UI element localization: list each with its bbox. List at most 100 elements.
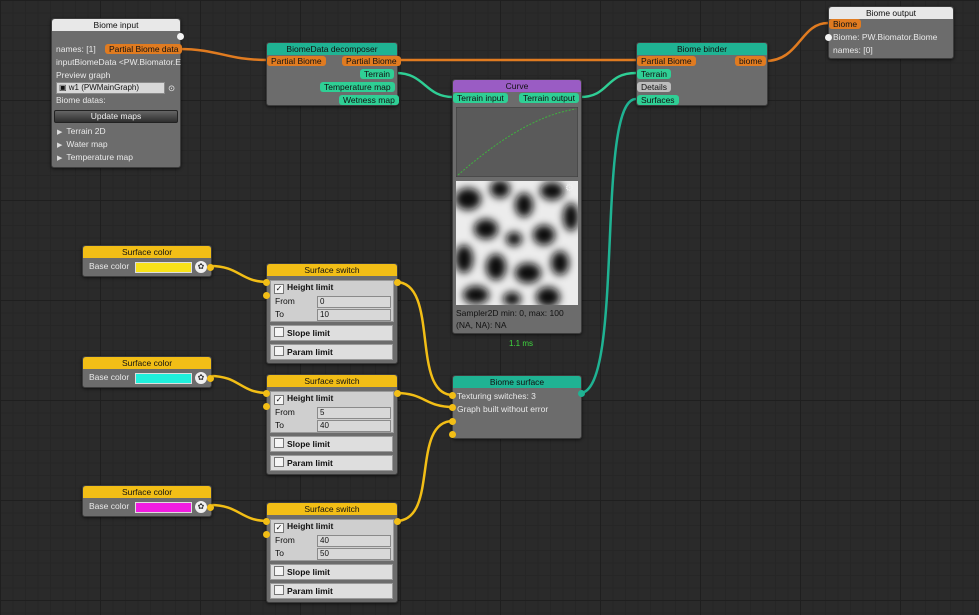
surface-switch-input-port[interactable] [263, 390, 270, 397]
surface-switch-output-port[interactable] [394, 390, 401, 397]
curve-input-terrain[interactable]: Terrain input [453, 93, 508, 103]
curve-output-terrain[interactable]: Terrain output [519, 93, 579, 103]
from-label: From [275, 535, 295, 545]
graph-picker-icon[interactable]: ⊙ [168, 83, 175, 94]
biome-input-names: names: [1] [56, 44, 96, 54]
expand-arrow-icon: ▶ [57, 142, 63, 149]
color-swatch[interactable] [135, 262, 192, 273]
decomposer-output-wetness-map[interactable]: Wetness map [339, 95, 399, 105]
checkbox-icon [274, 327, 284, 337]
param-limit-checkbox[interactable]: Param limit [270, 455, 393, 471]
biome-binder-node[interactable]: Biome binder Partial Biome biome Terrain… [636, 42, 768, 106]
decomposer-output-temperature-map[interactable]: Temperature map [320, 82, 395, 92]
binder-input-partial-biome[interactable]: Partial Biome [637, 56, 696, 66]
biome-surface-output-port[interactable] [578, 390, 585, 397]
wire-switch2-to-surface [395, 391, 454, 409]
biome-surface-input-port-4[interactable] [449, 431, 456, 438]
curve-node[interactable]: Curve Terrain input Terrain output ⚙ Sam… [452, 79, 582, 334]
surface-switch-output-port[interactable] [394, 518, 401, 525]
to-input[interactable]: 40 [317, 420, 391, 432]
surface-switch-input-port-2[interactable] [263, 292, 270, 299]
preview-graph-label: Preview graph [56, 70, 111, 80]
surface-color-node-3[interactable]: Surface color Base color ✿ [82, 485, 214, 517]
tree-item-water-map[interactable]: ▶ Water map [57, 139, 108, 149]
biome-surface-input-port-1[interactable] [449, 392, 456, 399]
expand-arrow-icon: ▶ [57, 129, 63, 136]
biome-input-extra-port[interactable] [177, 33, 184, 40]
checkmark-icon: ✓ [274, 523, 284, 533]
binder-input-surfaces[interactable]: Surfaces [637, 95, 679, 105]
height-limit-panel: ✓ Height limit From 40 To 50 [270, 519, 394, 561]
surface-switch-input-port[interactable] [263, 279, 270, 286]
surface-color-node-1[interactable]: Surface color Base color ✿ [82, 245, 214, 277]
biome-surface-input-port-3[interactable] [449, 418, 456, 425]
param-limit-checkbox[interactable]: Param limit [270, 583, 393, 599]
biome-output-node[interactable]: Biome output Biome Biome: PW.Biomator.Bi… [825, 6, 954, 59]
color-picker-icon[interactable]: ✿ [195, 501, 207, 513]
biome-output-extra-port[interactable] [825, 34, 832, 41]
biome-surface-input-port-2[interactable] [449, 404, 456, 411]
tree-item-temperature-map[interactable]: ▶ Temperature map [57, 152, 133, 162]
from-label: From [275, 407, 295, 417]
from-input[interactable]: 40 [317, 535, 391, 547]
biome-data-decomposer-node[interactable]: BiomeData decomposer Partial Biome Parti… [266, 42, 401, 106]
preview-graph-field[interactable]: ▣ w1 (PWMainGraph) [56, 82, 165, 94]
height-limit-panel: ✓ Height limit From 5 To 40 [270, 391, 394, 433]
input-biome-data-label: inputBiomeData <PW.Biomator.E [56, 57, 181, 67]
surface-switch-node-1[interactable]: Surface switch ✓ Height limit From 0 To 1… [263, 263, 401, 364]
base-color-label: Base color [89, 501, 130, 511]
curve-timing: 1.1 ms [509, 339, 534, 348]
biome-output-title: Biome output [829, 7, 953, 19]
to-input[interactable]: 50 [317, 548, 391, 560]
surface-color-node-2[interactable]: Surface color Base color ✿ [82, 356, 214, 388]
decomposer-output-partial-biome[interactable]: Partial Biome [342, 56, 401, 66]
from-label: From [275, 296, 295, 306]
biome-output-input-port[interactable]: Biome [829, 19, 862, 29]
decomposer-input-partial-biome[interactable]: Partial Biome [267, 56, 326, 66]
gear-icon[interactable]: ⚙ [565, 183, 574, 194]
height-limit-checkbox[interactable]: ✓ Height limit [271, 521, 333, 533]
binder-output-biome[interactable]: biome [735, 56, 767, 66]
color-picker-icon[interactable]: ✿ [195, 261, 207, 273]
curve-editor[interactable] [456, 107, 578, 177]
surface-switch-node-2[interactable]: Surface switch ✓ Height limit From 5 To 4… [263, 374, 401, 475]
slope-limit-checkbox[interactable]: Slope limit [270, 325, 393, 341]
color-picker-icon[interactable]: ✿ [195, 372, 207, 384]
from-input[interactable]: 0 [317, 296, 391, 308]
binder-input-details[interactable]: Details [637, 82, 671, 92]
biome-input-node[interactable]: Biome input names: [1] Partial Biome dat… [51, 18, 184, 168]
biome-output-biome-text: Biome: PW.Biomator.Biome [833, 32, 938, 42]
update-maps-button[interactable]: Update maps [54, 110, 178, 123]
surface-switch-input-port-2[interactable] [263, 531, 270, 538]
surface-switch-output-port[interactable] [394, 279, 401, 286]
wire-color1-to-switch1 [209, 264, 269, 284]
biome-output-names: names: [0] [833, 45, 873, 55]
color-swatch[interactable] [135, 502, 192, 513]
sampler-na: (NA, NA): NA [456, 320, 507, 330]
checkbox-icon [274, 566, 284, 576]
base-color-label: Base color [89, 372, 130, 382]
height-limit-checkbox[interactable]: ✓ Height limit [271, 282, 333, 294]
surface-switch-input-port[interactable] [263, 518, 270, 525]
slope-limit-checkbox[interactable]: Slope limit [270, 436, 393, 452]
surface-color-output-port[interactable] [207, 504, 214, 511]
surface-switch-input-port-2[interactable] [263, 403, 270, 410]
color-swatch[interactable] [135, 373, 192, 384]
to-input[interactable]: 10 [317, 309, 391, 321]
param-limit-checkbox[interactable]: Param limit [270, 344, 393, 360]
biome-surface-title: Biome surface [453, 376, 581, 388]
sampler-info: Sampler2D min: 0, max: 100 [456, 308, 564, 318]
surface-color-output-port[interactable] [207, 264, 214, 271]
tree-item-terrain-2d[interactable]: ▶ Terrain 2D [57, 126, 106, 136]
base-color-label: Base color [89, 261, 130, 271]
partial-biome-data-port[interactable]: Partial Biome data [105, 44, 183, 54]
binder-input-terrain[interactable]: Terrain [637, 69, 671, 79]
surface-switch-node-3[interactable]: Surface switch ✓ Height limit From 40 To … [263, 502, 401, 603]
height-limit-checkbox[interactable]: ✓ Height limit [271, 393, 333, 405]
decomposer-output-terrain[interactable]: Terrain [360, 69, 394, 79]
slope-limit-checkbox[interactable]: Slope limit [270, 564, 393, 580]
biome-surface-node[interactable]: Biome surface Texturing switches: 3 Grap… [449, 375, 585, 439]
from-input[interactable]: 5 [317, 407, 391, 419]
wire-color2-to-switch2 [209, 374, 269, 395]
surface-color-output-port[interactable] [207, 375, 214, 382]
